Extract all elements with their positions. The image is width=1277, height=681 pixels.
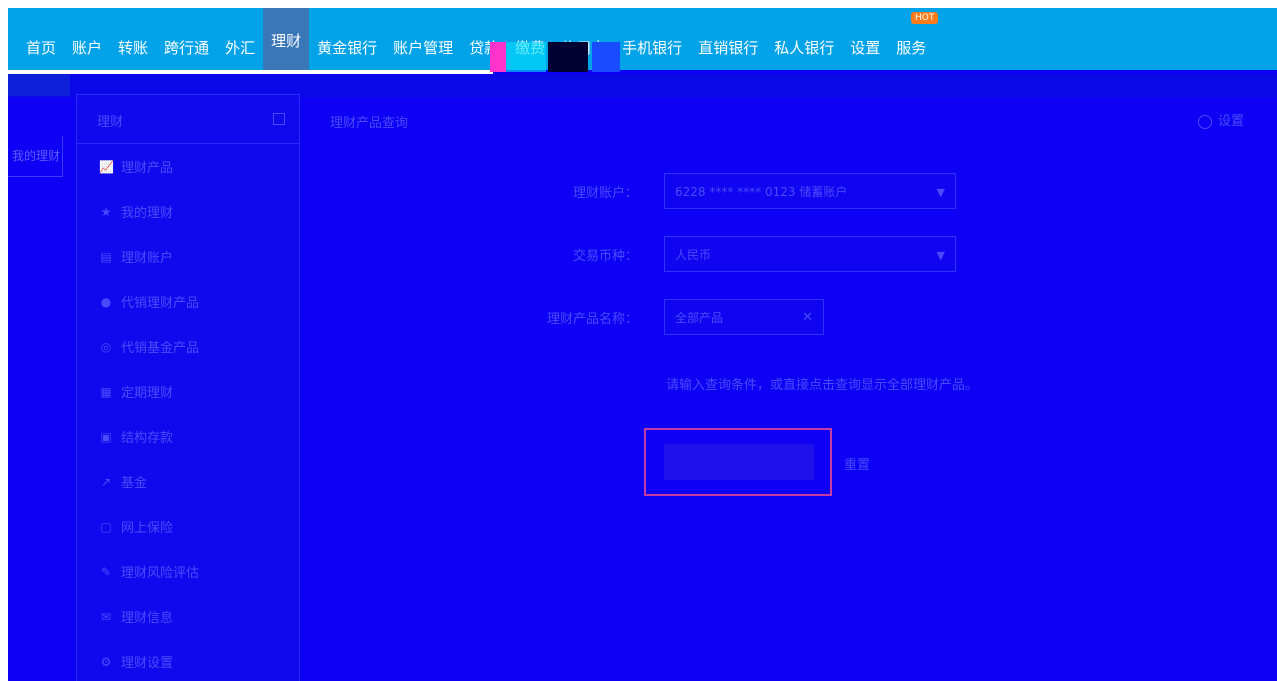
star-icon: ★ xyxy=(100,204,112,219)
chart-icon: 📈 xyxy=(99,159,114,174)
account-value: 6228 **** **** 0123 储蓄账户 xyxy=(675,184,848,199)
nav-item[interactable]: 账户 xyxy=(64,34,110,62)
nav-item[interactable]: 手机银行 xyxy=(614,34,690,62)
currency-value: 人民币 xyxy=(675,247,712,262)
menu-title: 理财 xyxy=(97,115,124,130)
top-navigation: 首页账户转账跨行通外汇理财黄金银行账户管理贷款缴费信用卡手机银行直销银行私人银行… xyxy=(8,8,1277,70)
nav-item[interactable]: 账户管理 xyxy=(385,34,461,62)
page-title: 理财产品查询 xyxy=(330,116,409,131)
account-label: 理财账户： xyxy=(572,185,638,201)
hot-badge: HOT xyxy=(911,12,939,24)
currency-label: 交易币种： xyxy=(572,248,638,264)
side-tab[interactable]: 我的理财 xyxy=(8,136,63,177)
menu-item[interactable]: ▤ 理财账户 xyxy=(77,234,299,279)
menu-item-label: 代销基金产品 xyxy=(121,341,200,356)
mail-icon: ✉ xyxy=(100,609,112,624)
menu-item-label: 理财设置 xyxy=(121,656,174,671)
query-hint: 请输入查询条件，或直接点击查询显示全部理财产品。 xyxy=(666,378,979,393)
nav-item[interactable]: 黄金银行 xyxy=(309,34,385,62)
settings-label: 设置 xyxy=(1218,114,1245,129)
coin-icon: ● xyxy=(100,294,112,309)
gear-icon xyxy=(1198,114,1212,129)
gear-icon: ⚙ xyxy=(100,654,112,669)
render-artifact xyxy=(490,42,506,72)
render-artifact xyxy=(592,42,620,72)
menu-item-label: 网上保险 xyxy=(121,521,174,536)
nav-item[interactable]: 外汇 xyxy=(217,34,263,62)
menu-item-label: 我的理财 xyxy=(121,206,174,221)
product-select[interactable]: 全部产品 ✕ xyxy=(664,299,824,335)
currency-select[interactable]: 人民币 ▼ xyxy=(664,236,956,272)
reset-link[interactable]: 重置 xyxy=(844,454,870,473)
render-artifact xyxy=(548,42,588,72)
menu-item[interactable]: ● 代销理财产品 xyxy=(77,279,299,324)
currency-row: 交易币种： 人民币 ▼ xyxy=(478,236,956,272)
query-button-label: 查询 xyxy=(664,444,814,480)
nav-items: 首页账户转账跨行通外汇理财黄金银行账户管理贷款缴费信用卡手机银行直销银行私人银行… xyxy=(18,8,934,70)
menu-item[interactable]: ⚙ 理财设置 xyxy=(77,639,299,681)
nav-item[interactable]: 直销银行 xyxy=(690,34,766,62)
trend-icon: ↗ xyxy=(100,474,112,489)
menu-item-label: 理财产品 xyxy=(121,161,174,176)
account-select[interactable]: 6228 **** **** 0123 储蓄账户 ▼ xyxy=(664,173,956,209)
menu-item-label: 理财风险评估 xyxy=(121,566,200,581)
menu-item-label: 基金 xyxy=(121,476,148,491)
menu-item-label: 定期理财 xyxy=(121,386,174,401)
nav-item[interactable]: 理财 xyxy=(263,8,310,70)
menu-item-label: 理财账户 xyxy=(121,251,174,266)
nav-item[interactable]: 私人银行 xyxy=(766,34,842,62)
menu-item-label: 理财信息 xyxy=(121,611,174,626)
menu-item[interactable]: ✎ 理财风险评估 xyxy=(77,549,299,594)
menu-item[interactable]: ▢ 网上保险 xyxy=(77,504,299,549)
product-value: 全部产品 xyxy=(675,310,724,325)
render-artifact xyxy=(506,42,546,72)
settings-link[interactable]: 设置 xyxy=(1198,110,1244,129)
menu-item-label: 结构存款 xyxy=(121,431,174,446)
product-row: 理财产品名称： 全部产品 ✕ xyxy=(478,299,824,335)
browser-frame: 首页账户转账跨行通外汇理财黄金银行账户管理贷款缴费信用卡手机银行直销银行私人银行… xyxy=(8,8,1277,681)
nav-item[interactable]: 首页 xyxy=(18,34,64,62)
menu-item[interactable]: ◎ 代销基金产品 xyxy=(77,324,299,369)
pen-icon: ✎ xyxy=(100,564,112,579)
menu-item[interactable]: 📈 理财产品 xyxy=(77,144,299,189)
menu-item[interactable]: ▣ 结构存款 xyxy=(77,414,299,459)
nav-item[interactable]: 转账 xyxy=(110,34,156,62)
menu-item[interactable]: ★ 我的理财 xyxy=(77,189,299,234)
account-row: 理财账户： 6228 **** **** 0123 储蓄账户 ▼ xyxy=(478,173,956,209)
nav-item[interactable]: 设置 xyxy=(842,34,888,62)
collapse-icon[interactable] xyxy=(273,113,285,125)
menu-item[interactable]: ▦ 定期理财 xyxy=(77,369,299,414)
product-label: 理财产品名称： xyxy=(546,311,638,327)
nav-item[interactable]: 服务 xyxy=(888,34,934,62)
query-button[interactable]: 查询 xyxy=(644,428,832,496)
menu-list: 📈 理财产品 ★ 我的理财 ▤ 理财账户 ● 代销理财产品 ◎ 代销基金产品 ▦ 定期理财 ▣ 结构存款 ↗… xyxy=(77,144,299,681)
menu-item[interactable]: ↗ 基金 xyxy=(77,459,299,504)
calendar-icon: ▦ xyxy=(100,384,112,399)
nav-item[interactable]: 跨行通 xyxy=(156,34,217,62)
menu-item-label: 代销理财产品 xyxy=(121,296,200,311)
bag-icon: ▣ xyxy=(100,429,112,444)
card-icon: ▤ xyxy=(100,249,112,264)
doc-icon: ▢ xyxy=(100,519,112,534)
side-menu: 理财 📈 理财产品 ★ 我的理财 ▤ 理财账户 ● 代销理财产品 ◎ 代销基金产品 ▦ 定期理财 ▣ 结构… xyxy=(76,94,300,681)
globe-icon: ◎ xyxy=(100,339,112,354)
close-icon[interactable]: ✕ xyxy=(802,310,813,325)
sub-tab[interactable] xyxy=(8,74,70,96)
chevron-down-icon: ▼ xyxy=(936,249,945,262)
chevron-down-icon: ▼ xyxy=(936,186,945,199)
menu-header: 理财 xyxy=(77,95,299,144)
menu-item[interactable]: ✉ 理财信息 xyxy=(77,594,299,639)
